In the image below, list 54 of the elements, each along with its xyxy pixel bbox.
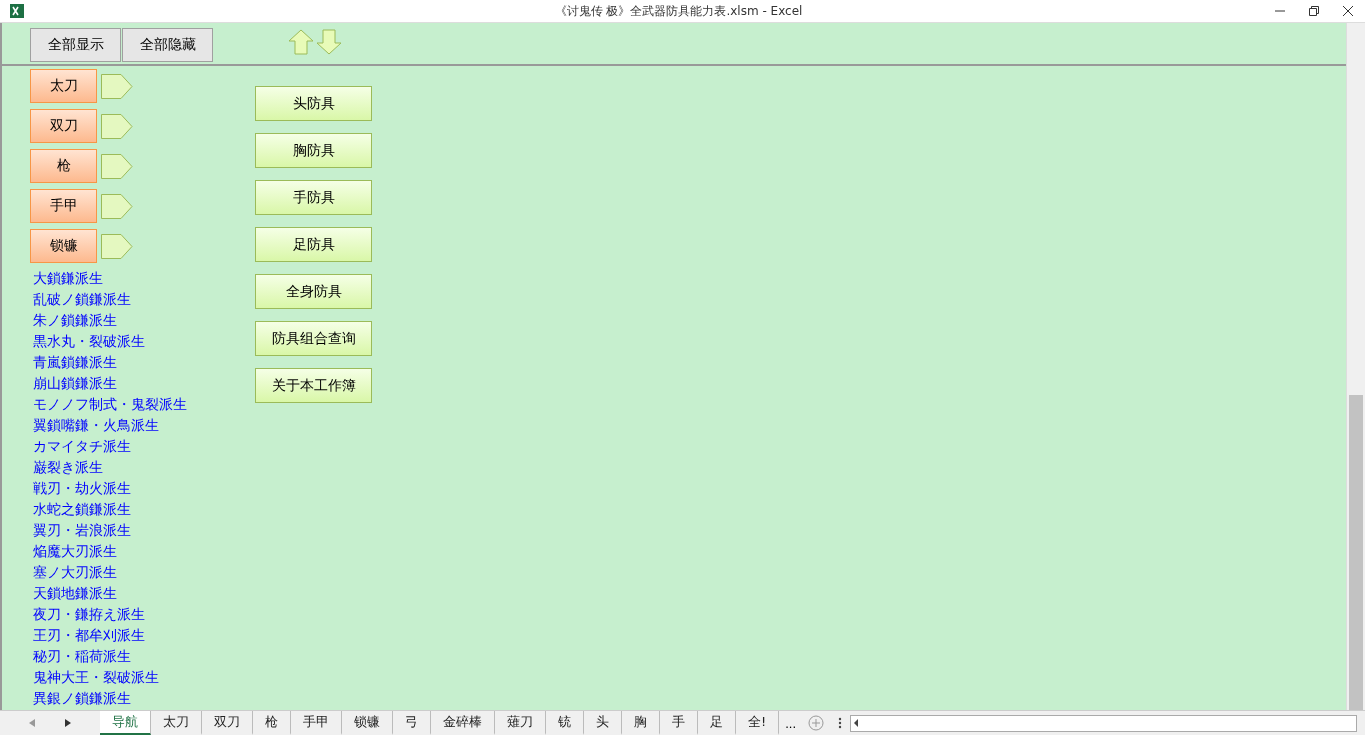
previous-sheet-icon[interactable] — [29, 719, 36, 727]
armor-button[interactable]: 防具组合查询 — [255, 321, 372, 356]
pentagon-arrow-icon[interactable] — [101, 193, 133, 219]
weapon-button[interactable]: 双刀 — [30, 109, 97, 143]
weapon-link[interactable]: 巌裂き派生 — [33, 457, 255, 478]
weapon-link[interactable]: 大鎖鎌派生 — [33, 268, 255, 289]
weapon-link[interactable]: 鬼神大王・裂破派生 — [33, 667, 255, 688]
close-icon — [1343, 6, 1353, 16]
armor-button[interactable]: 胸防具 — [255, 133, 372, 168]
restore-icon — [1309, 6, 1319, 16]
weapon-link[interactable]: 王刃・都牟刈派生 — [33, 625, 255, 646]
pentagon-arrow-icon[interactable] — [101, 73, 133, 99]
armor-button[interactable]: 头防具 — [255, 86, 372, 121]
down-arrow-icon[interactable] — [316, 29, 342, 55]
armor-button[interactable]: 全身防具 — [255, 274, 372, 309]
next-sheet-icon[interactable] — [64, 719, 71, 727]
window-title: 《讨鬼传 极》全武器防具能力表.xlsm - Excel — [553, 2, 804, 20]
weapon-link[interactable]: モノノフ制式・鬼裂派生 — [33, 394, 255, 415]
options-icon[interactable] — [838, 717, 843, 729]
up-arrow-icon[interactable] — [288, 29, 314, 55]
weapon-button[interactable]: 锁镰 — [30, 229, 97, 263]
weapon-link[interactable]: 黒水丸・裂破派生 — [33, 331, 255, 352]
add-sheet-icon[interactable] — [808, 715, 825, 731]
weapon-link[interactable]: 戦刃・劫火派生 — [33, 478, 255, 499]
armor-button[interactable]: 手防具 — [255, 180, 372, 215]
weapon-link[interactable]: 翼刃・岩浪派生 — [33, 520, 255, 541]
weapon-button[interactable]: 手甲 — [30, 189, 97, 223]
weapon-link[interactable]: 焔魔大刃派生 — [33, 541, 255, 562]
weapon-button[interactable]: 太刀 — [30, 69, 97, 103]
vertical-scrollbar[interactable] — [1346, 23, 1365, 710]
weapon-link[interactable]: 水蛇之鎖鎌派生 — [33, 499, 255, 520]
weapon-link[interactable]: 異銀ノ鎖鎌派生 — [33, 688, 255, 709]
toggle-button[interactable]: 全部隐藏 — [122, 28, 213, 62]
weapon-link[interactable]: 天鎖地鎌派生 — [33, 583, 255, 604]
weapon-link[interactable]: 夜刀・鎌拵え派生 — [33, 604, 255, 625]
weapon-link[interactable]: 朱ノ鎖鎌派生 — [33, 310, 255, 331]
armor-button[interactable]: 足防具 — [255, 227, 372, 262]
weapon-link[interactable]: 塞ノ大刃派生 — [33, 562, 255, 583]
weapon-link[interactable]: 秘刃・稲荷派生 — [33, 646, 255, 667]
weapon-button[interactable]: 枪 — [30, 149, 97, 183]
weapon-link[interactable]: 翼鎖嘴鎌・火鳥派生 — [33, 415, 255, 436]
horizontal-scrollbar[interactable] — [850, 714, 1358, 732]
toggle-button[interactable]: 全部显示 — [30, 28, 121, 62]
weapon-link[interactable]: 青嵐鎖鎌派生 — [33, 352, 255, 373]
more-sheets-button[interactable]: ... — [779, 711, 803, 735]
weapon-link[interactable]: 崩山鎖鎌派生 — [33, 373, 255, 394]
pentagon-arrow-icon[interactable] — [101, 233, 133, 259]
weapon-link[interactable]: カマイタチ派生 — [33, 436, 255, 457]
armor-button[interactable]: 关于本工作簿 — [255, 368, 372, 403]
pentagon-arrow-icon[interactable] — [101, 153, 133, 179]
sheet-tab[interactable]: 导航 — [100, 711, 151, 735]
excel-icon — [10, 4, 24, 18]
pentagon-arrow-icon[interactable] — [101, 113, 133, 139]
weapon-link[interactable]: 乱破ノ鎖鎌派生 — [33, 289, 255, 310]
